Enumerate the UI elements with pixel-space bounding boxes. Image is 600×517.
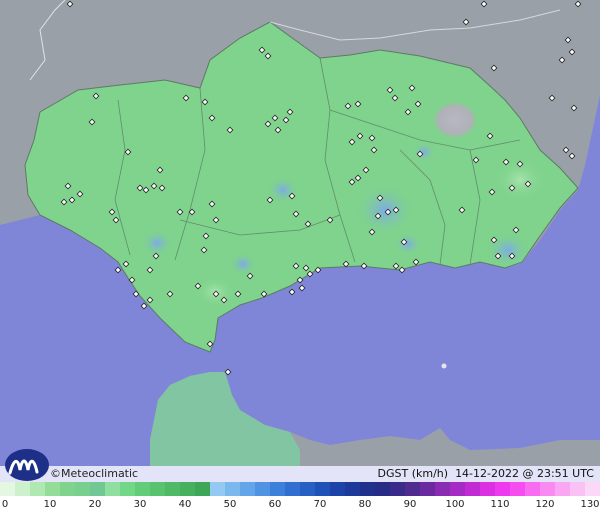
legend-swatch [210,482,225,496]
legend-swatch [195,482,210,496]
legend-swatch [555,482,570,496]
gust-patch [412,142,436,162]
legend-swatch [585,482,600,496]
legend-swatch [15,482,30,496]
legend-swatch [450,482,465,496]
legend-tick-label: 80 [358,499,372,510]
legend-tick-label: 90 [403,499,417,510]
legend-swatch [225,482,240,496]
calm-patch [431,100,479,140]
gust-patch [394,232,422,256]
legend-tick-label: 30 [133,499,147,510]
legend-swatch [405,482,420,496]
legend-swatch [180,482,195,496]
gust-patch [355,184,415,236]
variable-label: DGST (km/h) [377,467,449,480]
map-meta: DGST (km/h) 14-12-2022 @ 23:51 UTC [378,467,594,481]
gust-patch [486,232,530,268]
legend-swatch [375,482,390,496]
legend-swatch [570,482,585,496]
legend-swatch [105,482,120,496]
legend-tick-label: 130 [580,499,600,510]
legend-tick-label: 110 [490,499,510,510]
legend-swatch [0,482,15,496]
legend-swatch [240,482,255,496]
legend-ticks: 0 10 20 30 40 50 60 70 80 90 100 110 120 130 [0,496,600,517]
color-legend: 0 10 20 30 40 50 60 70 80 90 100 110 120 130 [0,482,600,517]
legend-swatch [285,482,300,496]
legend-swatch [525,482,540,496]
legend-swatch [330,482,345,496]
legend-swatch [300,482,315,496]
legend-swatch [30,482,45,496]
wind-gust-map [0,0,600,466]
legend-swatch [120,482,135,496]
legend-swatch [45,482,60,496]
legend-tick-label: 120 [535,499,555,510]
alboran-island [441,363,447,369]
legend-tick-label: 40 [178,499,192,510]
legend-tick-label: 50 [223,499,237,510]
legend-tick-label: 70 [313,499,327,510]
brand-label: ©Meteoclimatic [50,467,139,480]
legend-swatch [540,482,555,496]
meteoclimatic-logo-icon [5,449,49,481]
legend-swatch [360,482,375,496]
legend-tick-label: 20 [88,499,102,510]
legend-swatch [150,482,165,496]
legend-tick-label: 100 [445,499,465,510]
legend-swatch [390,482,405,496]
legend-swatch [75,482,90,496]
legend-tick-label: 60 [268,499,282,510]
legend-swatch [465,482,480,496]
legend-swatch [435,482,450,496]
legend-swatch [270,482,285,496]
datetime-label: 14-12-2022 @ 23:51 UTC [455,467,594,480]
legend-swatch [135,482,150,496]
legend-swatch [345,482,360,496]
legend-swatch [510,482,525,496]
legend-swatch [90,482,105,496]
legend-tick-label: 0 [1,499,9,510]
legend-swatch [495,482,510,496]
legend-swatch [480,482,495,496]
gust-patch [141,229,173,257]
gust-patch [229,252,257,276]
legend-swatch [255,482,270,496]
legend-tick-label: 10 [43,499,57,510]
legend-swatch [165,482,180,496]
legend-swatch [420,482,435,496]
legend-swatch [315,482,330,496]
legend-swatch [60,482,75,496]
legend-color-bar [0,482,600,496]
